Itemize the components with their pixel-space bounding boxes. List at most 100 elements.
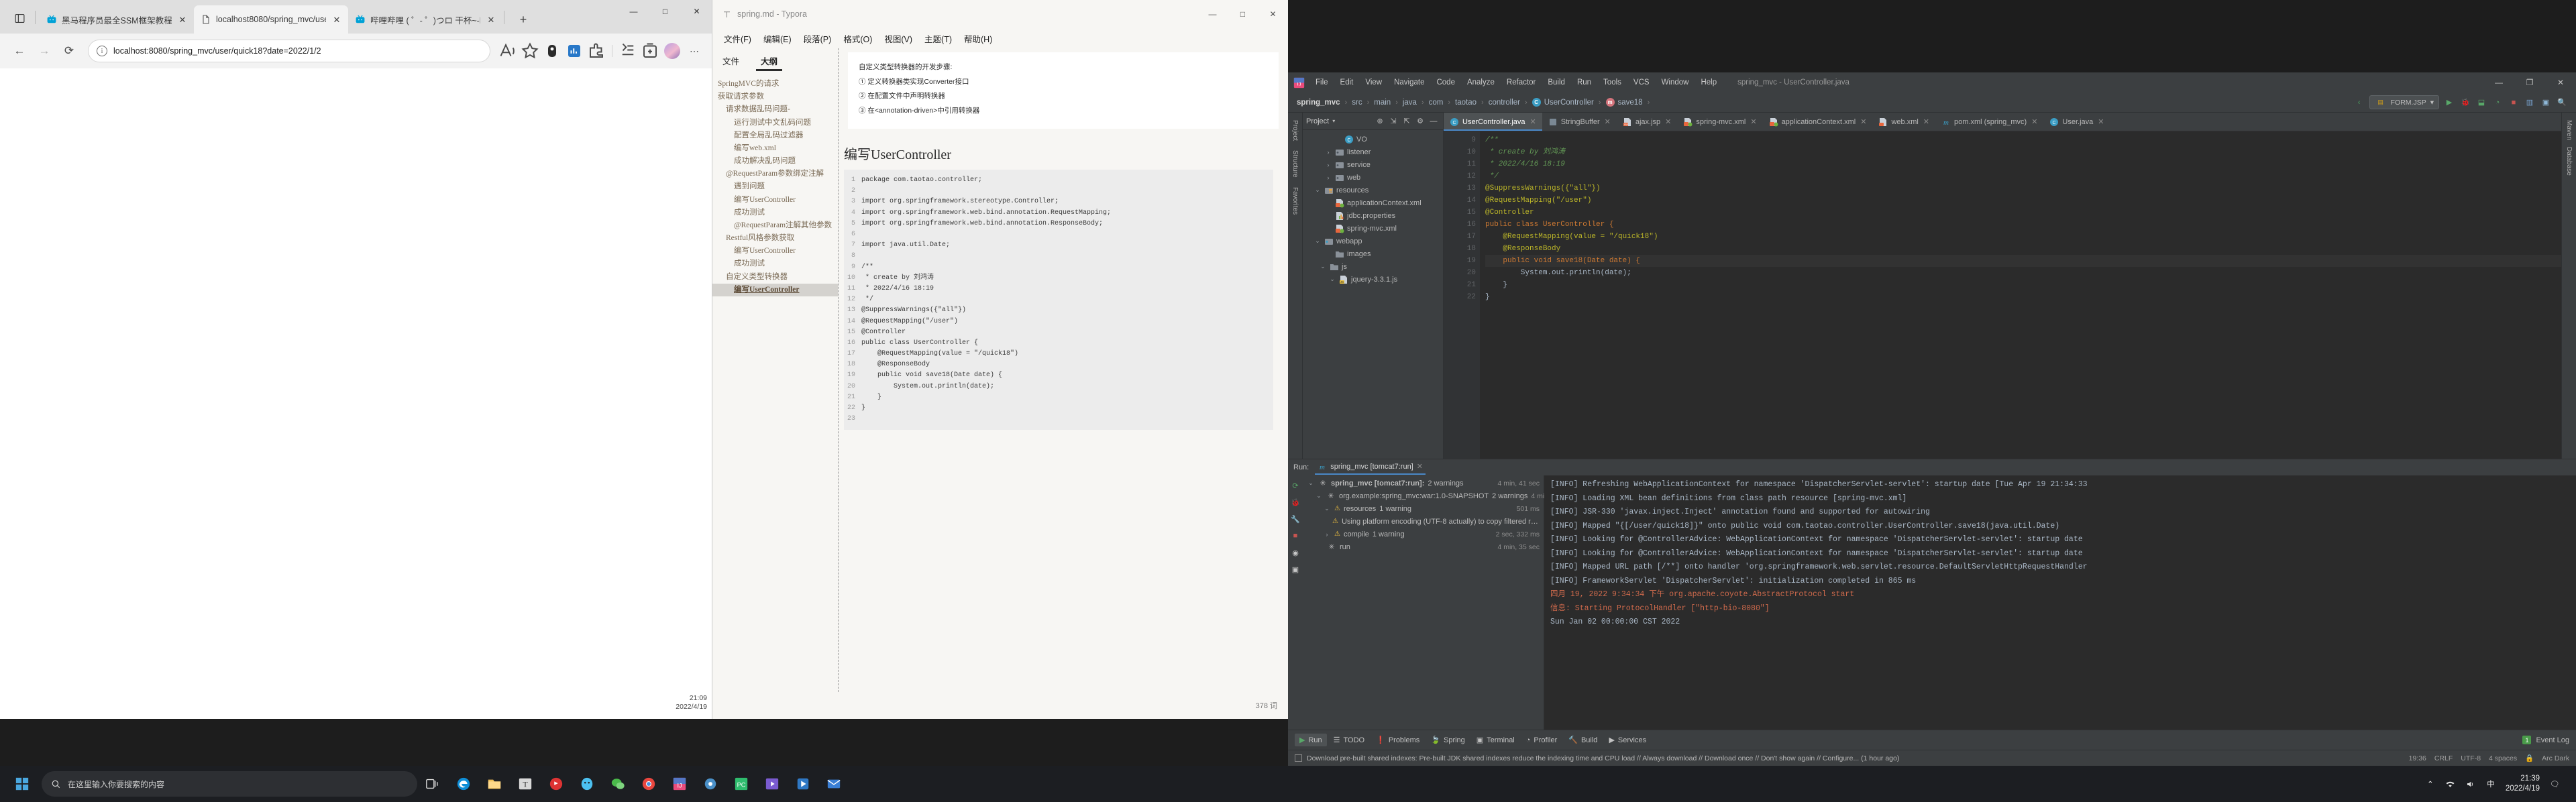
minimize-button[interactable]: — (618, 0, 649, 23)
tree-item-spring-mvc-xml[interactable]: spring-mvc.xml (1303, 222, 1443, 235)
run-with-coverage-icon[interactable]: ⬓ (2475, 97, 2487, 109)
notification-center-icon[interactable]: 🗨 (2549, 779, 2560, 789)
expand-all-icon[interactable]: ⇲ (1387, 115, 1399, 127)
ime-icon[interactable]: 中 (2485, 779, 2496, 789)
build-tree-row[interactable]: ⌄ ✳ org.example:spring_mvc:war:1.0-SNAPSHO… (1303, 490, 1573, 502)
settings-icon[interactable]: ⚙ (1414, 115, 1426, 127)
editor-tab-ajax-jsp[interactable]: JSP ajax.jsp ✕ (1617, 113, 1678, 131)
tree-arrow[interactable]: ⌄ (1313, 186, 1322, 194)
typora-code-block[interactable]: 1 package com.taotao.controller; 2 3 impor… (844, 170, 1273, 431)
close-icon[interactable]: ✕ (1605, 117, 1611, 126)
menu-item-view[interactable]: 视图(V) (878, 31, 918, 46)
run-icon[interactable]: ▶ (2443, 97, 2455, 109)
address-bar[interactable]: i localhost:8080/spring_mvc/user/quick18… (88, 40, 490, 62)
browser-tab-1[interactable]: localhost8080/spring_mvc/user/ ✕ (194, 5, 348, 34)
store-icon[interactable] (789, 770, 817, 798)
bottom-tab-spring[interactable]: 🍃 Spring (1426, 734, 1470, 746)
outline-item[interactable]: 成功测试 (712, 257, 838, 270)
close-icon[interactable]: ✕ (1923, 117, 1929, 126)
close-icon[interactable]: ✕ (1750, 117, 1756, 126)
outline-item[interactable]: 获取请求参数 (712, 91, 838, 103)
close-icon[interactable]: ✕ (331, 13, 343, 25)
tab-actions-icon[interactable] (8, 7, 31, 30)
menu-item-file[interactable]: File (1309, 76, 1334, 89)
mail-icon[interactable] (820, 770, 848, 798)
tree-item-vo[interactable]: C VO (1303, 133, 1443, 146)
chevron-down-icon[interactable]: ▾ (1332, 118, 1335, 124)
favorites-bar-icon[interactable] (618, 41, 638, 61)
wechat-icon[interactable] (604, 770, 632, 798)
editor-tab-applicationcontext-xml[interactable]: applicationContext.xml ✕ (1763, 113, 1873, 131)
menu-item-view[interactable]: View (1359, 76, 1388, 89)
wrench-icon[interactable]: 🔧 (1289, 513, 1301, 525)
bottom-tab-run[interactable]: ▶ Run (1295, 734, 1327, 746)
debug-icon[interactable]: 🐞 (2459, 97, 2471, 109)
breadcrumb-item[interactable]: java (1401, 99, 1419, 107)
outline-item[interactable]: 编写UserController (712, 245, 838, 257)
sidebar-tab-files[interactable]: 文件 (718, 52, 744, 71)
editor-tab-usercontroller[interactable]: C UserController.java ✕ (1444, 113, 1542, 131)
close-button[interactable]: ✕ (1258, 0, 1288, 28)
tree-arrow[interactable]: ⌄ (1315, 492, 1323, 500)
tool-tab-favorites[interactable]: Favorites (1290, 184, 1300, 218)
outline-item[interactable]: SpringMVC的请求 (712, 78, 838, 91)
extension-app-icon[interactable] (564, 41, 584, 61)
avatar[interactable] (662, 41, 682, 61)
bottom-tab-terminal[interactable]: ▣ Terminal (1472, 734, 1519, 746)
run-session-tab[interactable]: m spring_mvc [tomcat7:run] ✕ (1315, 461, 1426, 475)
windows-start-icon[interactable] (8, 770, 36, 798)
browser-tab-0[interactable]: 黑马程序员最全SSM框架教程|Sp ✕ (40, 5, 194, 34)
breadcrumb-item[interactable]: src (1350, 99, 1364, 107)
minimize-button[interactable]: — (1197, 0, 1228, 28)
app-icon[interactable] (542, 41, 562, 61)
typora-editor[interactable]: 自定义类型转换器的开发步骤: ① 定义转换器类实现Converter接口 ② 在… (839, 48, 1288, 692)
editor-tab-web-xml[interactable]: web.xml ✕ (1872, 113, 1935, 131)
file-encoding[interactable]: UTF-8 (2461, 754, 2481, 762)
tree-item-images[interactable]: images (1303, 247, 1443, 260)
tree-arrow[interactable]: › (1324, 174, 1332, 181)
breadcrumb-item-method[interactable]: m save18 (1604, 98, 1645, 107)
build-icon[interactable]: ▥ (2524, 97, 2536, 109)
collections-add-icon[interactable] (640, 41, 660, 61)
notification-checkbox[interactable] (1295, 754, 1302, 762)
rerun-icon[interactable]: ⟳ (1289, 479, 1301, 492)
media-icon[interactable] (758, 770, 786, 798)
tree-arrow[interactable]: ⌄ (1307, 479, 1315, 487)
breadcrumb-item[interactable]: taotao (1453, 99, 1479, 107)
maximize-button[interactable]: ❐ (2514, 72, 2545, 93)
caret-position[interactable]: 19:36 (2409, 754, 2426, 762)
run-configuration-selector[interactable]: ▤ FORM.JSP ▾ (2369, 95, 2439, 109)
outline-item[interactable]: 自定义类型转换器 (712, 271, 838, 284)
locate-icon[interactable]: ⊕ (1374, 115, 1386, 127)
menu-item-navigate[interactable]: Navigate (1388, 76, 1430, 89)
close-icon[interactable]: ✕ (485, 13, 497, 25)
menu-item-window[interactable]: Window (1656, 76, 1695, 89)
sidebar-tab-outline[interactable]: 大纲 (756, 52, 783, 71)
outline-item[interactable]: 运行测试中文乱码问题 (712, 117, 838, 129)
read-aloud-icon[interactable] (498, 41, 518, 61)
reload-icon[interactable]: ⟳ (58, 40, 80, 62)
tree-arrow[interactable]: › (1324, 149, 1332, 156)
menu-item-tools[interactable]: Tools (1597, 76, 1627, 89)
menu-item-format[interactable]: 格式(O) (837, 31, 878, 46)
outline-item-selected[interactable]: 编写UserController (712, 283, 838, 296)
chevron-down-icon[interactable]: ▾ (2430, 99, 2434, 107)
close-button[interactable]: ✕ (681, 0, 712, 23)
back-icon[interactable]: ← (8, 40, 31, 62)
menu-item-run[interactable]: Run (1571, 76, 1597, 89)
pycharm-icon[interactable]: PC (727, 770, 755, 798)
network-icon[interactable] (2445, 779, 2456, 789)
hide-icon[interactable]: — (1428, 115, 1440, 127)
bottom-tab-build[interactable]: 🔨 Build (1564, 734, 1602, 746)
maximize-button[interactable]: □ (649, 0, 681, 23)
tool-tab-structure[interactable]: Structure (1290, 147, 1300, 181)
edge-icon[interactable] (449, 770, 478, 798)
menu-item-file[interactable]: 文件(F) (718, 31, 757, 46)
breadcrumb-item[interactable]: controller (1487, 99, 1522, 107)
qq-icon[interactable] (573, 770, 601, 798)
build-tree-row[interactable]: ⌄ ✳ spring_mvc [tomcat7:run]: 2 warnings 4 m… (1303, 477, 1544, 490)
outline-item[interactable]: 遇到问题 (712, 180, 838, 193)
outline-item[interactable]: 配置全局乱码过滤器 (712, 129, 838, 142)
menu-item-analyze[interactable]: Analyze (1461, 76, 1501, 89)
site-info-icon[interactable]: i (97, 46, 107, 56)
